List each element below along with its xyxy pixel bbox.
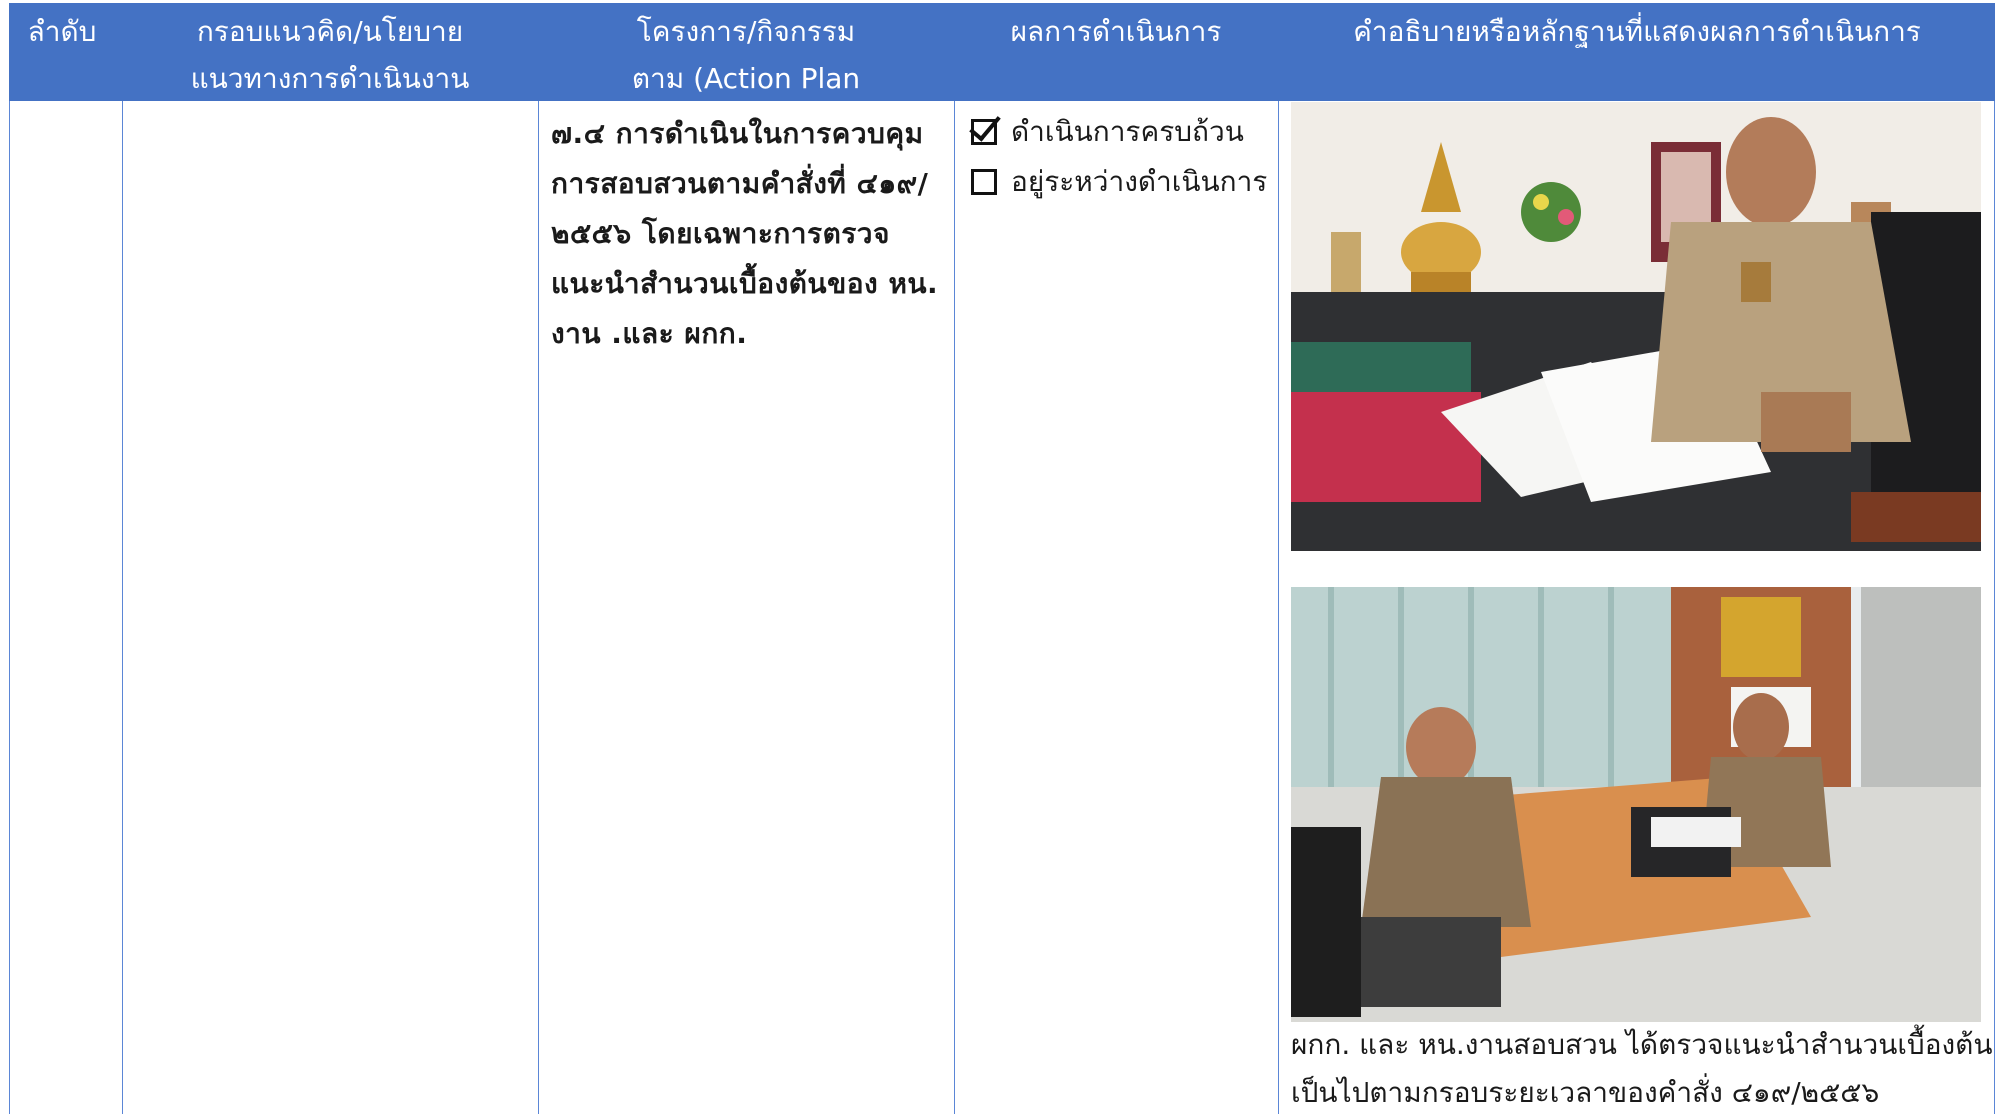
header-evidence-label: คำอธิบายหรือหลักฐานที่แสดงผลการดำเนินการ [1353, 15, 1921, 48]
caption-line: ผกก. และ หน.งานสอบสวน ได้ตรวจแนะนำสำนวนเ… [1291, 1028, 1993, 1061]
unchecked-checkbox-icon [971, 169, 997, 195]
header-result-label: ผลการดำเนินการ [1010, 15, 1222, 48]
grid-line [1994, 101, 1995, 1114]
project-line: งาน .และ ผกก. [551, 317, 748, 350]
evidence-caption: ผกก. และ หน.งานสอบสวน ได้ตรวจแนะนำสำนวนเ… [1291, 1021, 1993, 1114]
project-line: ๗.๔ การดำเนินในการควบคุม [551, 117, 924, 150]
grid-line [954, 101, 955, 1114]
evidence-photo-signing [1291, 102, 1981, 551]
result-option-complete: ดำเนินการครบถ้วน [969, 107, 1271, 157]
grid-line [9, 101, 10, 1114]
document-page: ลำดับ กรอบแนวคิด/นโยบาย แนวทางการดำเนินง… [0, 0, 2000, 1114]
header-order-label: ลำดับ [27, 15, 97, 48]
project-line: แนะนำสำนวนเบื้องต้นของ หน. [551, 267, 939, 300]
evidence-photo-reviewing [1291, 587, 1981, 1022]
result-cell: ดำเนินการครบถ้วน อยู่ระหว่างดำเนินการ [969, 101, 1271, 207]
caption-line: เป็นไปตามกรอบระยะเวลาของคำสั่ง ๔๑๙/๒๕๕๖ [1291, 1076, 1880, 1109]
grid-line [538, 101, 539, 1114]
header-project: โครงการ/กิจกรรม ตาม (Action Plan [539, 3, 953, 101]
result-option-in-progress: อยู่ระหว่างดำเนินการ [971, 157, 1271, 207]
result-option-label: ดำเนินการครบถ้วน [1011, 115, 1244, 148]
grid-line [122, 101, 123, 1114]
project-line: การสอบสวนตามคำสั่งที่ ๔๑๙/ [551, 167, 929, 200]
result-option-label: อยู่ระหว่างดำเนินการ [1011, 165, 1268, 198]
project-activity-cell: ๗.๔ การดำเนินในการควบคุม การสอบสวนตามคำส… [551, 101, 943, 359]
header-framework-line2: แนวทางการดำเนินงาน [190, 62, 470, 95]
grid-line [1278, 101, 1279, 1114]
header-project-line2: ตาม (Action Plan [631, 62, 861, 95]
checked-checkbox-icon [969, 108, 1001, 145]
header-framework-line1: กรอบแนวคิด/นโยบาย [196, 15, 464, 48]
header-framework: กรอบแนวคิด/นโยบาย แนวทางการดำเนินงาน [123, 3, 537, 101]
header-evidence: คำอธิบายหรือหลักฐานที่แสดงผลการดำเนินการ [1279, 3, 1995, 101]
project-line: ๒๕๕๖ โดยเฉพาะการตรวจ [551, 217, 890, 250]
header-result: ผลการดำเนินการ [955, 3, 1277, 101]
table-header-row: ลำดับ กรอบแนวคิด/นโยบาย แนวทางการดำเนินง… [9, 3, 1995, 101]
header-project-line1: โครงการ/กิจกรรม [636, 15, 856, 48]
action-plan-table: ลำดับ กรอบแนวคิด/นโยบาย แนวทางการดำเนินง… [9, 3, 1995, 1114]
header-order: ลำดับ [9, 3, 115, 101]
